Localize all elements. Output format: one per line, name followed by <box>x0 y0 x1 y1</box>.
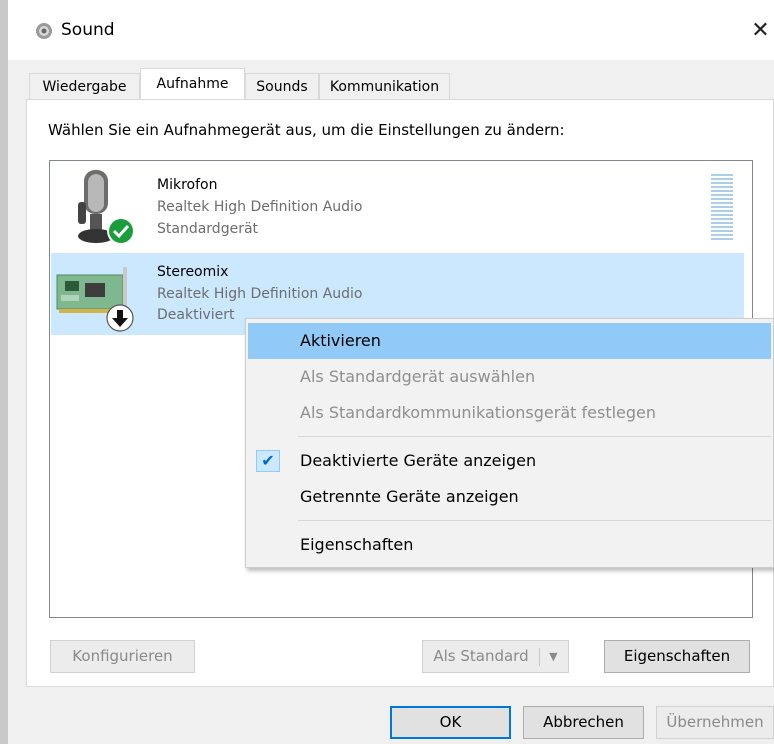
level-meter-bar <box>711 202 733 204</box>
tab-aufnahme[interactable]: Aufnahme <box>140 68 245 99</box>
level-meter-bar <box>711 218 733 220</box>
level-meter-bar <box>711 210 733 212</box>
checkmark-icon: ✔ <box>256 450 280 472</box>
cancel-button[interactable]: Abbrechen <box>523 706 644 739</box>
menu-item-show-disconnected[interactable]: Getrennte Geräte anzeigen <box>246 479 773 515</box>
device-name: Mikrofon <box>157 177 218 193</box>
window-border <box>0 0 8 744</box>
level-meter-bar <box>711 182 733 184</box>
level-meter-bar <box>711 198 733 200</box>
menu-item-set-default-communication[interactable]: Als Standardkommunikationsgerät festlege… <box>246 395 773 431</box>
level-meter-bar <box>711 214 733 216</box>
menu-item-set-default[interactable]: Als Standardgerät auswählen <box>246 359 773 395</box>
level-meter-bar <box>711 174 733 176</box>
disabled-arrow-icon <box>106 304 134 332</box>
context-menu: Aktivieren Als Standardgerät auswählen A… <box>245 318 774 568</box>
device-driver: Realtek High Definition Audio <box>157 286 363 302</box>
level-meter-bar <box>711 234 733 236</box>
menu-separator <box>298 436 771 437</box>
properties-button[interactable]: Eigenschaften <box>604 640 750 673</box>
split-divider <box>539 647 541 666</box>
set-default-button[interactable]: Als Standard ▼ <box>422 640 569 673</box>
device-status: Standardgerät <box>157 221 259 237</box>
level-meter-bar <box>711 186 733 188</box>
menu-item-label: Getrennte Geräte anzeigen <box>300 487 519 506</box>
level-meter-bar <box>711 190 733 192</box>
level-meter-bar <box>711 178 733 180</box>
close-button[interactable]: ✕ <box>747 14 774 48</box>
tab-kommunikation[interactable]: Kommunikation <box>319 73 450 100</box>
device-driver: Realtek High Definition Audio <box>157 199 363 215</box>
menu-item-label: Als Standardgerät auswählen <box>300 367 536 386</box>
device-status: Deaktiviert <box>157 307 235 323</box>
menu-item-show-disabled[interactable]: ✔ Deaktivierte Geräte anzeigen <box>246 443 773 479</box>
device-row-mikrofon[interactable] <box>51 162 744 250</box>
menu-item-properties[interactable]: Eigenschaften <box>246 527 773 563</box>
configure-button[interactable]: Konfigurieren <box>50 640 195 673</box>
level-meter-bar <box>711 230 733 232</box>
level-meter-bar <box>711 238 733 240</box>
device-name: Stereomix <box>157 264 229 280</box>
level-meter-bar <box>711 206 733 208</box>
title-bar[interactable] <box>8 0 774 60</box>
menu-item-label: Aktivieren <box>300 331 381 350</box>
menu-item-label: Als Standardkommunikationsgerät festlege… <box>300 403 657 422</box>
ok-button[interactable]: OK <box>390 706 511 739</box>
menu-item-label: Eigenschaften <box>300 535 414 554</box>
tab-wiedergabe[interactable]: Wiedergabe <box>29 73 140 100</box>
set-default-label: Als Standard <box>433 647 529 665</box>
level-meter-bar <box>711 222 733 224</box>
default-check-icon <box>107 217 135 245</box>
chevron-down-icon[interactable]: ▼ <box>549 650 557 663</box>
tab-sounds[interactable]: Sounds <box>245 73 319 100</box>
level-meter-bar <box>711 194 733 196</box>
menu-item-label: Deaktivierte Geräte anzeigen <box>300 451 537 470</box>
level-meter-bar <box>711 226 733 228</box>
speaker-icon <box>36 23 52 39</box>
menu-item-activate[interactable]: Aktivieren <box>248 323 771 359</box>
window-title: Sound <box>61 20 115 40</box>
menu-separator <box>298 520 771 521</box>
instruction-text: Wählen Sie ein Aufnahmegerät aus, um die… <box>48 121 565 139</box>
apply-button[interactable]: Übernehmen <box>656 706 774 739</box>
